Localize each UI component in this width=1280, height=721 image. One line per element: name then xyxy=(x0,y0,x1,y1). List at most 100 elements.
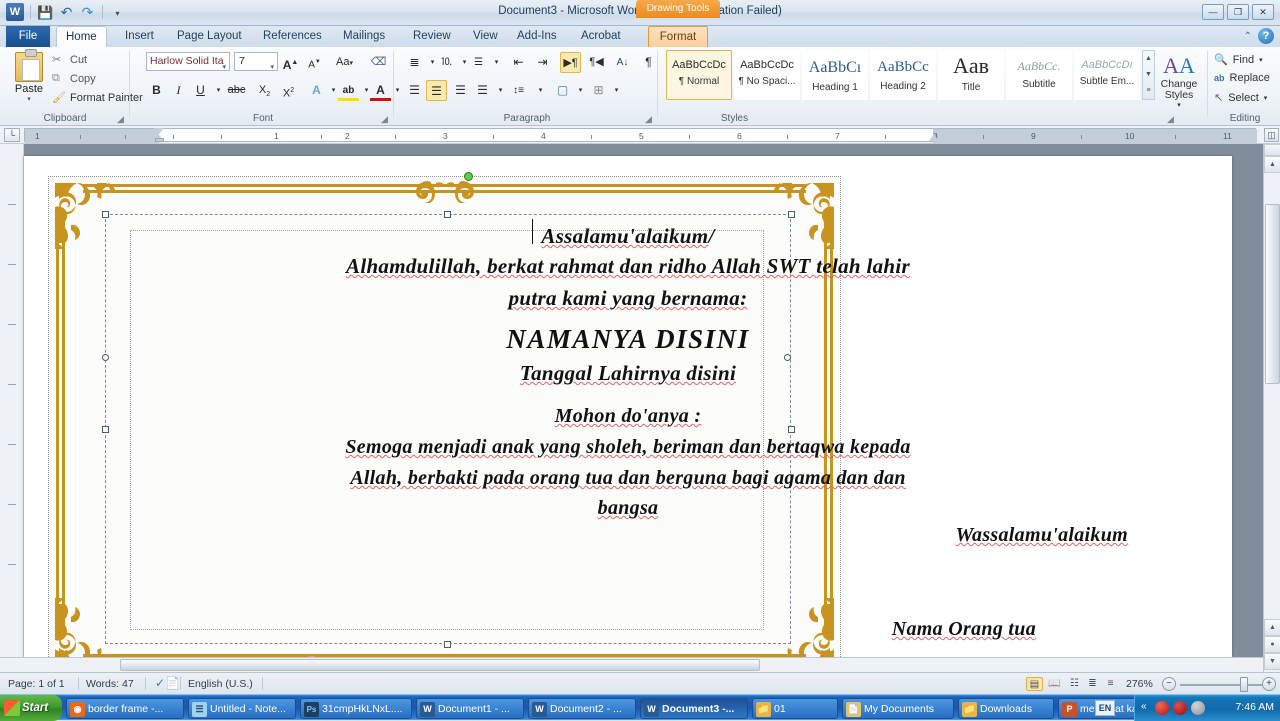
paste-button[interactable]: Paste ▾ xyxy=(8,49,50,108)
style-title[interactable]: Aав Subtitle Title xyxy=(938,50,1004,100)
tray-expand-icon[interactable]: « xyxy=(1141,701,1147,712)
minimize-button[interactable]: — xyxy=(1202,4,1224,20)
font-size-input[interactable]: 7 ▾ xyxy=(234,52,278,71)
close-button[interactable]: ✕ xyxy=(1252,4,1274,20)
page-indicator[interactable]: Page: 1 of 1 xyxy=(8,678,65,690)
cut-button[interactable]: ✂ Cut xyxy=(52,53,87,67)
page-canvas[interactable]: Assalamu'alaikum/ Alhamdulillah, berkat … xyxy=(24,156,1232,657)
horizontal-scrollbar-thumb[interactable] xyxy=(120,659,760,671)
change-styles-button[interactable]: AA Change Styles ▾ xyxy=(1156,53,1202,109)
select-button[interactable]: ↖ Select ▾ xyxy=(1214,91,1268,105)
ruler-left-indent-marker[interactable] xyxy=(155,138,164,142)
clipboard-dialog-launcher[interactable]: ◢ xyxy=(117,114,127,124)
tab-selector-button[interactable]: └ xyxy=(4,128,20,142)
taskbar-item-downloads[interactable]: 📁 Downloads xyxy=(958,698,1054,719)
horizontal-ruler[interactable]: └ 1 1 2 3 4 5 6 7 8 9 10 11 ◫ xyxy=(0,126,1280,144)
change-styles-dropdown-icon[interactable]: ▾ xyxy=(1156,101,1202,109)
line-spacing-button[interactable]: ↕≡ xyxy=(508,80,529,101)
tab-references[interactable]: References xyxy=(254,26,331,47)
doc-line-4[interactable]: NAMANYA DISINI xyxy=(24,324,1232,355)
doc-line-7[interactable]: Semoga menjadi anak yang sholeh, beriman… xyxy=(24,436,1232,459)
doc-line-5[interactable]: Tanggal Lahirnya disini xyxy=(24,361,1232,386)
align-center-button[interactable]: ☰ xyxy=(426,80,447,101)
tab-file[interactable]: File xyxy=(6,26,50,47)
zoom-out-button[interactable]: − xyxy=(1162,677,1176,691)
grow-font-button[interactable]: A▲ xyxy=(280,52,301,73)
select-browse-object-icon[interactable]: ● xyxy=(1264,636,1280,653)
tab-home[interactable]: Home xyxy=(56,26,107,47)
align-right-button[interactable]: ☰ xyxy=(450,80,471,101)
decrease-indent-button[interactable]: ⇤ xyxy=(508,52,529,73)
tab-review[interactable]: Review xyxy=(404,26,460,47)
document-text[interactable]: Assalamu'alaikum/ Alhamdulillah, berkat … xyxy=(24,156,1232,657)
tab-acrobat[interactable]: Acrobat xyxy=(572,26,630,47)
select-dropdown-icon[interactable]: ▾ xyxy=(1264,94,1268,102)
doc-line-10[interactable]: Wassalamu'alaikum xyxy=(24,524,1232,547)
tab-insert[interactable]: Insert xyxy=(116,26,163,47)
scroll-up-arrow-icon[interactable]: ▲ xyxy=(1264,156,1280,173)
taskbar-item-document3[interactable]: W Document3 -... xyxy=(640,698,748,719)
full-screen-reading-view-button[interactable]: 📖 xyxy=(1046,677,1063,691)
antivirus-tray-icon[interactable] xyxy=(1155,701,1169,715)
ruler-first-line-indent-marker[interactable] xyxy=(154,128,164,134)
taskbar-item-photoshop[interactable]: Ps 31cmpHkLNxL.... xyxy=(300,698,412,719)
taskbar-item-my-documents[interactable]: 📄 My Documents xyxy=(842,698,954,719)
tab-page-layout[interactable]: Page Layout xyxy=(168,26,251,47)
doc-line-2[interactable]: Alhamdulillah, berkat rahmat dan ridho A… xyxy=(24,254,1232,279)
clock[interactable]: 7:46 AM xyxy=(1235,701,1274,713)
doc-line-11[interactable]: Nama Orang tua xyxy=(24,618,1232,641)
font-name-dropdown-icon[interactable]: ▾ xyxy=(222,59,226,70)
language-bar-indicator[interactable]: EN xyxy=(1095,700,1115,716)
find-button[interactable]: 🔍 Find ▾ xyxy=(1214,53,1263,67)
font-name-input[interactable]: Harlow Solid Ita ▾ xyxy=(146,52,230,71)
tab-add-ins[interactable]: Add-Ins xyxy=(508,26,566,47)
doc-line-6[interactable]: Mohon do'anya : xyxy=(24,405,1232,428)
increase-indent-button[interactable]: ⇥ xyxy=(532,52,553,73)
document-page[interactable]: Assalamu'alaikum/ Alhamdulillah, berkat … xyxy=(24,156,1232,657)
clear-formatting-button[interactable]: ⌫ xyxy=(368,52,389,73)
superscript-button[interactable]: X2 xyxy=(278,80,299,101)
rtl-text-direction-button[interactable]: ¶◀ xyxy=(586,52,607,73)
font-size-dropdown-icon[interactable]: ▾ xyxy=(270,59,274,76)
ruler-view-toggle-icon[interactable]: ◫ xyxy=(1264,128,1279,142)
strikethrough-button[interactable]: abc xyxy=(226,80,247,101)
zoom-slider-track[interactable] xyxy=(1180,684,1264,686)
restore-button[interactable]: ❐ xyxy=(1227,4,1249,20)
borders-dropdown-icon[interactable]: ▾ xyxy=(606,80,627,101)
align-left-button[interactable]: ☰ xyxy=(404,80,425,101)
taskbar-item-document1[interactable]: W Document1 - ... xyxy=(416,698,524,719)
draft-view-button[interactable]: ≡ xyxy=(1102,677,1119,691)
split-window-handle[interactable] xyxy=(1264,144,1280,156)
doc-line-9[interactable]: bangsa xyxy=(24,497,1232,520)
doc-line-8[interactable]: Allah, berbakti pada orang tua dan bergu… xyxy=(24,467,1232,490)
style-heading-1[interactable]: AaBbCı Heading 1 xyxy=(802,50,868,100)
zoom-in-button[interactable]: + xyxy=(1262,677,1276,691)
style-normal[interactable]: AaBbCcDc ¶ Normal xyxy=(666,50,732,100)
minimize-ribbon-icon[interactable]: ⌃ xyxy=(1244,31,1252,42)
change-case-button[interactable]: Aa▾ xyxy=(334,52,355,73)
doc-line-3[interactable]: putra kami yang bernama: xyxy=(24,286,1232,311)
show-formatting-marks-button[interactable]: ¶ xyxy=(638,52,659,73)
taskbar-item-folder-01[interactable]: 📁 01 xyxy=(752,698,838,719)
previous-page-icon[interactable]: ▲ xyxy=(1264,619,1280,636)
document-workspace[interactable]: Assalamu'alaikum/ Alhamdulillah, berkat … xyxy=(0,144,1280,672)
horizontal-scrollbar[interactable] xyxy=(0,657,1263,672)
style-heading-2[interactable]: AaBbCc Heading 2 xyxy=(870,50,936,100)
tab-mailings[interactable]: Mailings xyxy=(334,26,394,47)
help-icon[interactable]: ? xyxy=(1258,28,1274,44)
spell-check-icon[interactable]: ✓📄 xyxy=(155,676,180,690)
window-buttons[interactable]: — ❐ ✕ xyxy=(1202,4,1274,20)
multilevel-list-dropdown-icon[interactable]: ▾ xyxy=(486,52,507,73)
sort-button[interactable]: A↓ xyxy=(612,52,633,73)
copy-button[interactable]: ⧉ Copy xyxy=(52,72,96,86)
line-spacing-dropdown-icon[interactable]: ▾ xyxy=(530,80,551,101)
style-subtle-emphasis[interactable]: AaBbCcDı Subtle Em... xyxy=(1074,50,1140,100)
outline-view-button[interactable]: ≣ xyxy=(1084,677,1101,691)
ltr-text-direction-button[interactable]: ▶¶ xyxy=(560,52,581,73)
web-layout-view-button[interactable]: ☷ xyxy=(1066,677,1083,691)
sync-tray-icon[interactable] xyxy=(1191,701,1205,715)
shield-tray-icon[interactable] xyxy=(1173,701,1187,715)
vertical-scrollbar[interactable]: ▲ ▲ ● ▼ xyxy=(1263,144,1280,672)
bold-button[interactable]: B xyxy=(146,80,167,101)
style-no-spacing[interactable]: AaBbCcDc ¶ No Spaci... xyxy=(734,50,800,100)
